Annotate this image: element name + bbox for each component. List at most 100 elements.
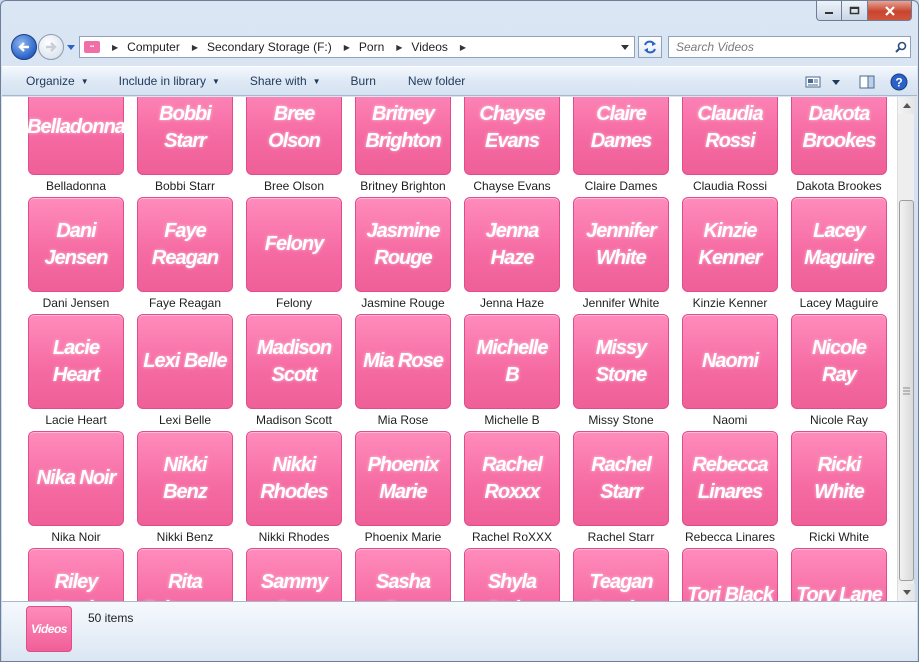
breadcrumb-separator-icon[interactable]: ▶ bbox=[192, 43, 198, 52]
folder-label: Jennifer White bbox=[582, 296, 660, 310]
breadcrumb-separator-icon[interactable]: ▶ bbox=[460, 43, 466, 52]
breadcrumb-drive[interactable]: Secondary Storage (F:) bbox=[207, 40, 332, 54]
folder-item[interactable]: Naomi Naomi bbox=[682, 314, 778, 431]
back-button[interactable] bbox=[11, 34, 37, 60]
folder-thumbnail: Rachel Starr bbox=[573, 431, 669, 526]
folder-item[interactable]: Dakota Brookes Dakota Brookes bbox=[791, 97, 887, 197]
refresh-button[interactable] bbox=[638, 36, 662, 58]
breadcrumb-separator-icon[interactable]: ▶ bbox=[112, 43, 118, 52]
folder-item[interactable]: Rita Faltoyano bbox=[137, 548, 233, 601]
folder-item[interactable]: Ricki White Ricki White bbox=[791, 431, 887, 548]
scroll-up-button[interactable] bbox=[898, 97, 915, 114]
command-bar: Organize ▼ Include in library ▼ Share wi… bbox=[2, 66, 917, 96]
folder-item[interactable]: Jenna Haze Jenna Haze bbox=[464, 197, 560, 314]
address-history-dropdown[interactable] bbox=[618, 40, 632, 54]
folder-thumbnail: Kinzie Kenner bbox=[682, 197, 778, 292]
breadcrumb-separator-icon[interactable]: ▶ bbox=[344, 43, 350, 52]
folder-item[interactable]: Mia Rose Mia Rose bbox=[355, 314, 451, 431]
folder-item[interactable]: Rebecca Linares Rebecca Linares bbox=[682, 431, 778, 548]
breadcrumb-separator-icon[interactable]: ▶ bbox=[396, 43, 402, 52]
folder-item[interactable]: Rachel Starr Rachel Starr bbox=[573, 431, 669, 548]
minimize-button[interactable] bbox=[816, 1, 842, 21]
folder-thumbnail: Lacie Heart bbox=[28, 314, 124, 409]
address-bar[interactable]: ▪▪ ▶ Computer ▶ Secondary Storage (F:) ▶… bbox=[79, 36, 635, 58]
maximize-button[interactable] bbox=[842, 1, 868, 21]
folder-item[interactable]: Nikki Rhodes Nikki Rhodes bbox=[246, 431, 342, 548]
folder-label: Claudia Rossi bbox=[692, 179, 768, 193]
folder-item[interactable]: Riley Steele bbox=[28, 548, 124, 601]
folder-label: Ricki White bbox=[808, 530, 869, 544]
folder-item[interactable]: Michelle B Michelle B bbox=[464, 314, 560, 431]
folder-item[interactable]: Tori Black bbox=[682, 548, 778, 601]
chevron-down-icon: ▼ bbox=[80, 76, 89, 86]
item-count: 50 items bbox=[88, 611, 134, 625]
folder-item[interactable]: Faye Reagan Faye Reagan bbox=[137, 197, 233, 314]
folder-item[interactable]: Sasha Grey bbox=[355, 548, 451, 601]
help-button[interactable]: ? bbox=[889, 72, 909, 92]
folder-item[interactable]: Claire Dames Claire Dames bbox=[573, 97, 669, 197]
forward-button[interactable] bbox=[38, 34, 64, 60]
folder-item[interactable]: Belladonna Belladonna bbox=[27, 97, 126, 197]
folder-item[interactable]: Jasmine Rouge Jasmine Rouge bbox=[355, 197, 451, 314]
folder-label: Nicole Ray bbox=[809, 413, 869, 427]
folder-item[interactable]: Phoenix Marie Phoenix Marie bbox=[355, 431, 451, 548]
folder-item[interactable]: Claudia Rossi Claudia Rossi bbox=[682, 97, 778, 197]
folder-thumbnail: Tori Black bbox=[682, 548, 778, 601]
recent-pages-dropdown[interactable] bbox=[66, 43, 76, 51]
folder-item[interactable]: Jennifer White Jennifer White bbox=[573, 197, 669, 314]
include-label: Include in library bbox=[118, 74, 206, 88]
folder-item[interactable]: Teagan Presley bbox=[573, 548, 669, 601]
organize-button[interactable]: Organize ▼ bbox=[16, 66, 99, 96]
new-folder-button[interactable]: New folder bbox=[398, 66, 475, 96]
folder-item[interactable]: Shyla Stylez bbox=[464, 548, 560, 601]
folder-thumbnail: Jennifer White bbox=[573, 197, 669, 292]
preview-pane-button[interactable] bbox=[857, 72, 877, 92]
search-input[interactable] bbox=[669, 40, 892, 54]
breadcrumb-current[interactable]: Videos bbox=[411, 40, 447, 54]
folder-item[interactable]: Madison Scott Madison Scott bbox=[246, 314, 342, 431]
folder-thumbnail: Naomi bbox=[682, 314, 778, 409]
share-with-button[interactable]: Share with ▼ bbox=[240, 66, 331, 96]
close-button[interactable] bbox=[868, 1, 912, 21]
view-options-dropdown[interactable] bbox=[831, 72, 841, 92]
scroll-down-button[interactable] bbox=[898, 584, 915, 601]
folder-item[interactable]: Chayse Evans Chayse Evans bbox=[464, 97, 560, 197]
folder-label: Rachel RoXXX bbox=[471, 530, 553, 544]
folder-label: Kinzie Kenner bbox=[692, 296, 768, 310]
scrollbar-thumb[interactable] bbox=[899, 200, 914, 581]
burn-button[interactable]: Burn bbox=[341, 66, 386, 96]
folder-thumbnail: Phoenix Marie bbox=[355, 431, 451, 526]
back-arrow-icon bbox=[18, 42, 29, 52]
search-icon[interactable] bbox=[892, 41, 910, 53]
folder-item[interactable]: Bobbi Starr Bobbi Starr bbox=[137, 97, 233, 197]
folder-item[interactable]: Lacie Heart Lacie Heart bbox=[28, 314, 124, 431]
folder-thumbnail: Rebecca Linares bbox=[682, 431, 778, 526]
include-in-library-button[interactable]: Include in library ▼ bbox=[109, 66, 230, 96]
folder-item[interactable]: Lexi Belle Lexi Belle bbox=[137, 314, 233, 431]
folder-item[interactable]: Missy Stone Missy Stone bbox=[573, 314, 669, 431]
minimize-icon bbox=[825, 11, 833, 14]
folder-item[interactable]: Britney Brighton Britney Brighton bbox=[355, 97, 451, 197]
folder-item[interactable]: Dani Jensen Dani Jensen bbox=[28, 197, 124, 314]
folder-item[interactable]: Tory Lane bbox=[791, 548, 887, 601]
share-label: Share with bbox=[249, 74, 307, 88]
folder-item[interactable]: Nika Noir Nika Noir bbox=[28, 431, 124, 548]
folder-item[interactable]: Rachel Roxxx Rachel RoXXX bbox=[464, 431, 560, 548]
folder-thumbnail: Rita Faltoyano bbox=[137, 548, 233, 601]
folder-label: Felony bbox=[275, 296, 313, 310]
folder-item[interactable]: Kinzie Kenner Kinzie Kenner bbox=[682, 197, 778, 314]
folder-item[interactable]: Bree Olson Bree Olson bbox=[246, 97, 342, 197]
breadcrumb-computer[interactable]: Computer bbox=[127, 40, 180, 54]
folder-item[interactable]: Nikki Benz Nikki Benz bbox=[137, 431, 233, 548]
folder-item[interactable]: Felony Felony bbox=[246, 197, 342, 314]
folder-item[interactable]: Sammy Cruz bbox=[246, 548, 342, 601]
breadcrumb-folder[interactable]: Porn bbox=[359, 40, 384, 54]
vertical-scrollbar[interactable] bbox=[897, 97, 915, 601]
folder-item[interactable]: Lacey Maguire Lacey Maguire bbox=[791, 197, 887, 314]
folder-item[interactable]: Nicole Ray Nicole Ray bbox=[791, 314, 887, 431]
change-view-button[interactable] bbox=[803, 72, 823, 92]
explorer-window: ▪▪ ▶ Computer ▶ Secondary Storage (F:) ▶… bbox=[0, 0, 919, 662]
search-box[interactable] bbox=[668, 36, 911, 58]
folder-thumbnail: Nikki Benz bbox=[137, 431, 233, 526]
folder-label: Madison Scott bbox=[255, 413, 333, 427]
